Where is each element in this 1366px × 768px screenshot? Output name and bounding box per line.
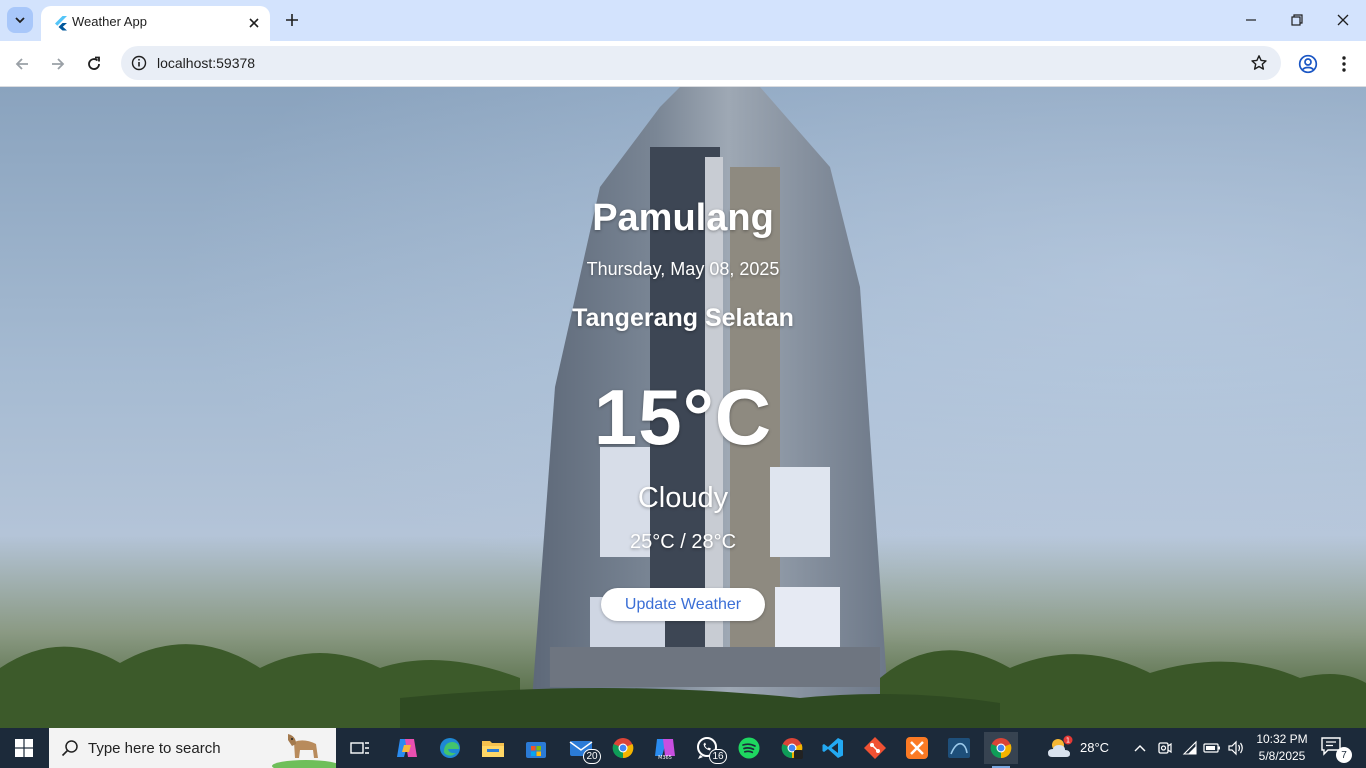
minimize-button[interactable] bbox=[1228, 0, 1274, 40]
m365-icon: M365 bbox=[655, 739, 675, 760]
volume-button[interactable] bbox=[1226, 738, 1246, 758]
git-button[interactable] bbox=[858, 732, 892, 764]
start-button[interactable] bbox=[0, 728, 48, 768]
tab-title: Weather App bbox=[72, 14, 147, 29]
xampp-button[interactable] bbox=[900, 732, 934, 764]
battery-button[interactable] bbox=[1202, 738, 1222, 758]
city-name: Pamulang bbox=[592, 197, 774, 239]
task-view-icon bbox=[350, 742, 369, 754]
browser-toolbar: localhost:59378 bbox=[0, 41, 1366, 87]
restore-icon bbox=[1291, 14, 1303, 26]
clock-time: 10:32 PM bbox=[1256, 732, 1308, 746]
chevron-up-icon bbox=[1134, 745, 1146, 752]
copilot-button[interactable] bbox=[390, 732, 424, 764]
chrome-profile-button[interactable] bbox=[775, 732, 809, 764]
taskbar-clock[interactable]: 10:32 PM 5/8/2025 bbox=[1250, 731, 1314, 765]
whatsapp-badge: 16 bbox=[709, 749, 727, 764]
chrome-icon bbox=[612, 738, 634, 759]
update-weather-button[interactable]: Update Weather bbox=[601, 588, 765, 621]
chrome-active-button[interactable] bbox=[984, 732, 1018, 768]
weather-alert-badge: 1 bbox=[1066, 737, 1070, 745]
close-window-button[interactable] bbox=[1320, 0, 1366, 40]
url-text[interactable]: localhost:59378 bbox=[157, 55, 255, 71]
temperature-range: 25°C / 28°C bbox=[629, 531, 737, 553]
task-view-button[interactable] bbox=[343, 732, 377, 764]
taskbar: Type here to search 20 M365 16 1 28°C 10… bbox=[0, 728, 1366, 768]
camera-icon bbox=[1158, 742, 1172, 754]
windows-icon bbox=[15, 739, 33, 757]
taskbar-weather-temp: 28°C bbox=[1080, 740, 1110, 755]
reload-icon bbox=[88, 56, 100, 70]
arrow-right-icon bbox=[52, 58, 65, 70]
m365-button[interactable]: M365 bbox=[648, 732, 682, 764]
close-icon bbox=[1337, 14, 1349, 26]
bookmark-star-icon[interactable] bbox=[1249, 53, 1269, 73]
svg-text:M365: M365 bbox=[658, 755, 672, 760]
wifi-icon bbox=[1182, 740, 1197, 755]
temperature-value: 15°C bbox=[593, 373, 773, 461]
mail-button[interactable]: 20 bbox=[564, 732, 601, 764]
close-icon bbox=[249, 18, 259, 28]
network-button[interactable] bbox=[1180, 738, 1200, 758]
chrome-button[interactable] bbox=[606, 732, 640, 764]
menu-button[interactable] bbox=[1330, 50, 1358, 78]
flutter-icon bbox=[55, 16, 67, 31]
plus-icon bbox=[286, 14, 298, 26]
date-text: Thursday, May 08, 2025 bbox=[586, 259, 780, 279]
search-highlight-illustration bbox=[272, 734, 336, 768]
notification-center-button[interactable]: 7 bbox=[1320, 736, 1352, 763]
page-viewport: Pamulang Thursday, May 08, 2025 Tangeran… bbox=[0, 87, 1366, 728]
browser-tabstrip: Weather App bbox=[0, 0, 1366, 41]
mysql-workbench-button[interactable] bbox=[942, 732, 976, 764]
edge-icon bbox=[440, 738, 460, 758]
spotify-button[interactable] bbox=[732, 732, 766, 764]
spotify-icon bbox=[738, 737, 760, 759]
new-tab-button[interactable] bbox=[281, 9, 303, 31]
edge-button[interactable] bbox=[433, 732, 467, 764]
microsoft-store-button[interactable] bbox=[519, 732, 553, 764]
search-icon bbox=[61, 740, 78, 757]
chrome-active-icon bbox=[990, 738, 1012, 759]
address-bar[interactable]: localhost:59378 bbox=[121, 46, 1281, 80]
tab-close-button[interactable] bbox=[244, 13, 264, 33]
chrome-profile-icon bbox=[781, 738, 803, 759]
microsoft-store-icon bbox=[526, 742, 546, 758]
reload-button[interactable] bbox=[80, 50, 108, 78]
profile-icon bbox=[1298, 54, 1318, 74]
search-placeholder: Type here to search bbox=[88, 740, 221, 757]
battery-icon bbox=[1203, 743, 1220, 753]
minimize-icon bbox=[1246, 19, 1256, 21]
file-explorer-icon bbox=[482, 741, 504, 757]
back-button[interactable] bbox=[8, 50, 36, 78]
whatsapp-button[interactable]: 16 bbox=[690, 732, 727, 764]
chevron-down-icon bbox=[15, 17, 25, 24]
xampp-icon bbox=[906, 737, 928, 759]
taskbar-weather-widget[interactable]: 1 28°C bbox=[1044, 728, 1120, 768]
weather-condition: Cloudy bbox=[637, 482, 729, 514]
notification-count-badge: 7 bbox=[1336, 747, 1352, 763]
vscode-icon bbox=[822, 738, 843, 758]
speaker-icon bbox=[1228, 740, 1243, 756]
vscode-button[interactable] bbox=[816, 732, 850, 764]
profile-button[interactable] bbox=[1294, 50, 1322, 78]
file-explorer-button[interactable] bbox=[476, 732, 510, 764]
more-vertical-icon bbox=[1342, 56, 1346, 72]
mail-badge: 20 bbox=[583, 749, 601, 764]
site-info-icon[interactable] bbox=[129, 53, 149, 73]
git-icon bbox=[864, 737, 886, 759]
taskbar-search-box[interactable]: Type here to search bbox=[49, 728, 336, 768]
mysql-workbench-icon bbox=[948, 738, 970, 758]
forward-button[interactable] bbox=[44, 50, 72, 78]
show-hidden-icons-button[interactable] bbox=[1130, 738, 1150, 758]
meet-now-button[interactable] bbox=[1155, 738, 1175, 758]
cloud-sun-icon: 1 bbox=[1048, 735, 1073, 757]
copilot-icon bbox=[397, 739, 417, 757]
clock-date: 5/8/2025 bbox=[1258, 749, 1306, 763]
browser-tab[interactable]: Weather App bbox=[41, 6, 270, 41]
region-name: Tangerang Selatan bbox=[572, 304, 794, 332]
weather-card: Pamulang Thursday, May 08, 2025 Tangeran… bbox=[0, 87, 1366, 728]
restore-button[interactable] bbox=[1274, 0, 1320, 40]
tab-search-button[interactable] bbox=[7, 7, 33, 33]
arrow-left-icon bbox=[15, 58, 28, 70]
